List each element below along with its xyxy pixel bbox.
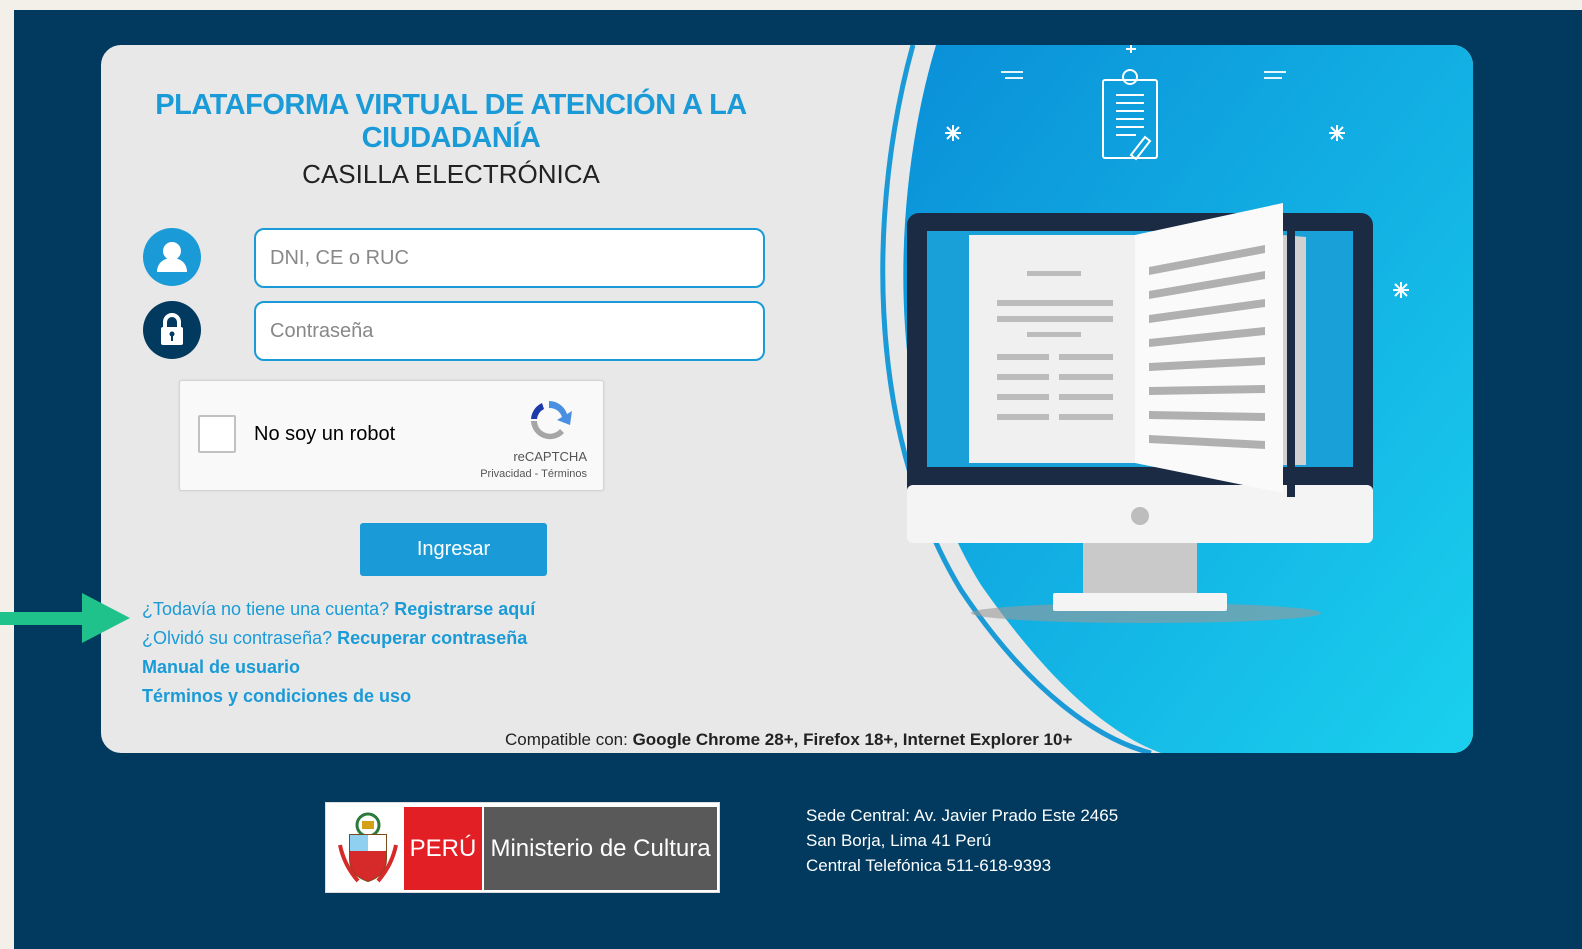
login-button[interactable]: Ingresar [360,523,547,576]
page-title: PLATAFORMA VIRTUAL DE ATENCIÓN A LA CIUD… [141,89,761,191]
user-icon [143,228,201,286]
compat-prefix: Compatible con: [505,730,628,749]
recaptcha-widget: No soy un robot reCAPTCHA Privacidad - T… [179,380,604,491]
address-line-3: Central Telefónica 511-618-9393 [806,856,1052,875]
page-subtitle: CASILLA ELECTRÓNICA [302,159,600,189]
register-link-label: Registrarse aquí [394,599,536,619]
title-line-1: PLATAFORMA VIRTUAL DE ATENCIÓN A LA [155,89,747,121]
recaptcha-links[interactable]: Privacidad - Términos [480,468,587,480]
help-links: ¿Todavía no tiene una cuenta? Registrars… [142,595,535,711]
dni-input[interactable] [254,228,765,288]
compatibility-note: Compatible con: Google Chrome 28+, Firef… [505,730,1072,750]
arrow-right-icon [0,593,130,643]
forgot-password-text: ¿Olvidó su contraseña? [142,628,333,648]
peru-coat-of-arms-icon [338,812,398,883]
title-line-2: CIUDADANÍA [361,122,541,154]
ministry-logo: PERÚ Ministerio de Cultura [325,802,720,893]
user-manual-label: Manual de usuario [142,657,301,677]
recaptcha-brand: reCAPTCHA [513,449,587,464]
recaptcha-label: No soy un robot [254,423,396,445]
recover-password-link[interactable]: Recuperar contraseña [337,628,527,648]
login-card: PLATAFORMA VIRTUAL DE ATENCIÓN A LA CIUD… [101,45,1473,753]
address-line-1: Sede Central: Av. Javier Prado Este 2465 [806,806,1119,825]
recover-password-label: Recuperar contraseña [337,628,528,648]
password-input[interactable] [254,301,765,361]
user-manual-link[interactable]: Manual de usuario [142,657,300,677]
terms-link[interactable]: Términos y condiciones de uso [142,686,411,706]
register-link[interactable]: Registrarse aquí [394,599,535,619]
terms-label: Términos y condiciones de uso [142,686,412,706]
address-line-2: San Borja, Lima 41 Perú [806,831,992,850]
logo-ministry-label: Ministerio de Cultura [484,807,717,890]
recaptcha-checkbox[interactable] [198,415,236,453]
lock-icon [143,301,201,359]
compat-browsers: Google Chrome 28+, Firefox 18+, Internet… [632,730,1073,749]
footer-address: Sede Central: Av. Javier Prado Este 2465… [806,803,1118,878]
no-account-text: ¿Todavía no tiene una cuenta? [142,599,390,619]
recaptcha-icon [531,401,572,440]
logo-peru-label: PERÚ [404,807,482,890]
